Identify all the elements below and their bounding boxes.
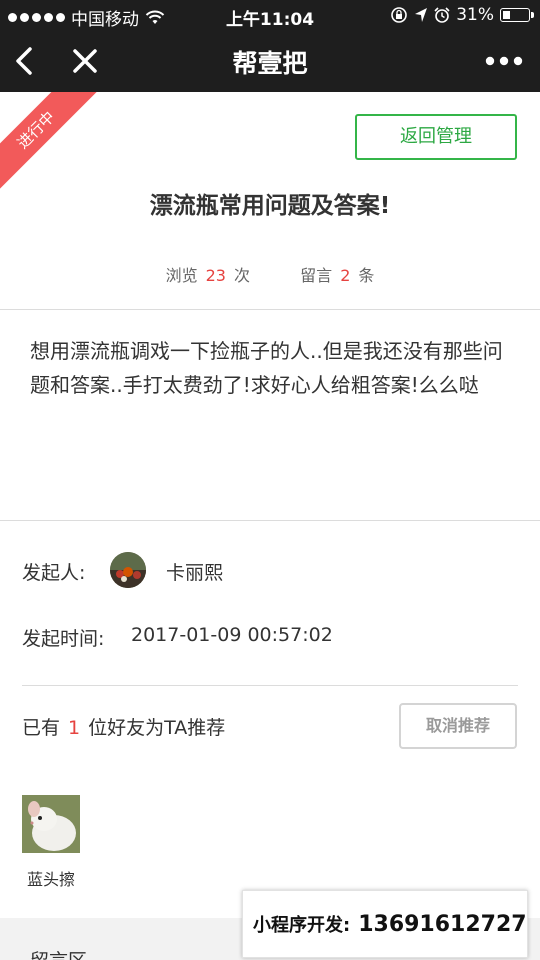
topic-body: 想用漂流瓶调戏一下捡瓶子的人..但是我还没有那些问题和答案..手打太费劲了!求好… — [30, 339, 503, 397]
comments-count: 2 — [340, 266, 351, 285]
more-icon[interactable] — [484, 48, 524, 74]
views-label: 浏览 — [165, 266, 198, 285]
battery-percent: 31% — [456, 5, 494, 25]
nav-bar: 帮壹把 — [0, 30, 540, 92]
comment-section-title: 留言区 — [30, 946, 87, 960]
watermark-number: 13691612727 — [358, 912, 527, 937]
cancel-recommend-button[interactable]: 取消推荐 — [399, 703, 517, 749]
watermark-text: 小程序开发: 13691612727 — [253, 911, 527, 937]
comments-label: 留言 — [300, 266, 333, 285]
orientation-lock-icon — [391, 7, 408, 23]
views-count: 23 — [205, 266, 226, 285]
battery-fill — [503, 11, 511, 19]
status-bar: 中国移动 上午11:04 31% — [0, 0, 540, 30]
status-right: 31% — [390, 5, 534, 25]
recommend-prefix: 已有 — [22, 717, 61, 739]
recommend-count: 1 — [68, 717, 81, 739]
status-ribbon: 进行中 — [0, 92, 104, 198]
divider — [0, 309, 540, 310]
friend-avatar[interactable] — [22, 795, 80, 853]
developer-watermark: 小程序开发: 13691612727 — [242, 890, 528, 958]
comments-unit: 条 — [358, 266, 375, 285]
alarm-icon — [434, 7, 450, 23]
battery-icon — [500, 8, 534, 22]
initiator-avatar[interactable] — [110, 552, 146, 588]
topic-title: 漂流瓶常用问题及答案! — [149, 193, 391, 219]
location-icon — [415, 8, 428, 22]
return-manage-button[interactable]: 返回管理 — [355, 114, 517, 160]
initiate-time-label: 发起时间: — [22, 628, 105, 650]
page-title: 帮壹把 — [232, 49, 308, 78]
recommend-summary: 已有 1 位好友为TA推荐 — [22, 713, 225, 740]
divider — [0, 520, 540, 521]
initiator-name[interactable]: 卡丽熙 — [166, 558, 223, 585]
watermark-label: 小程序开发: — [253, 915, 351, 936]
divider — [22, 685, 518, 686]
initiate-time-value: 2017-01-09 00:57:02 — [131, 624, 333, 646]
friend-name[interactable]: 蓝头擦 — [22, 866, 80, 890]
initiator-label: 发起人: — [22, 562, 86, 584]
views-unit: 次 — [233, 266, 250, 285]
topic-stats: 浏览 23 次 留言 2 条 — [0, 262, 540, 286]
recommend-suffix: 位好友为TA推荐 — [88, 717, 226, 739]
